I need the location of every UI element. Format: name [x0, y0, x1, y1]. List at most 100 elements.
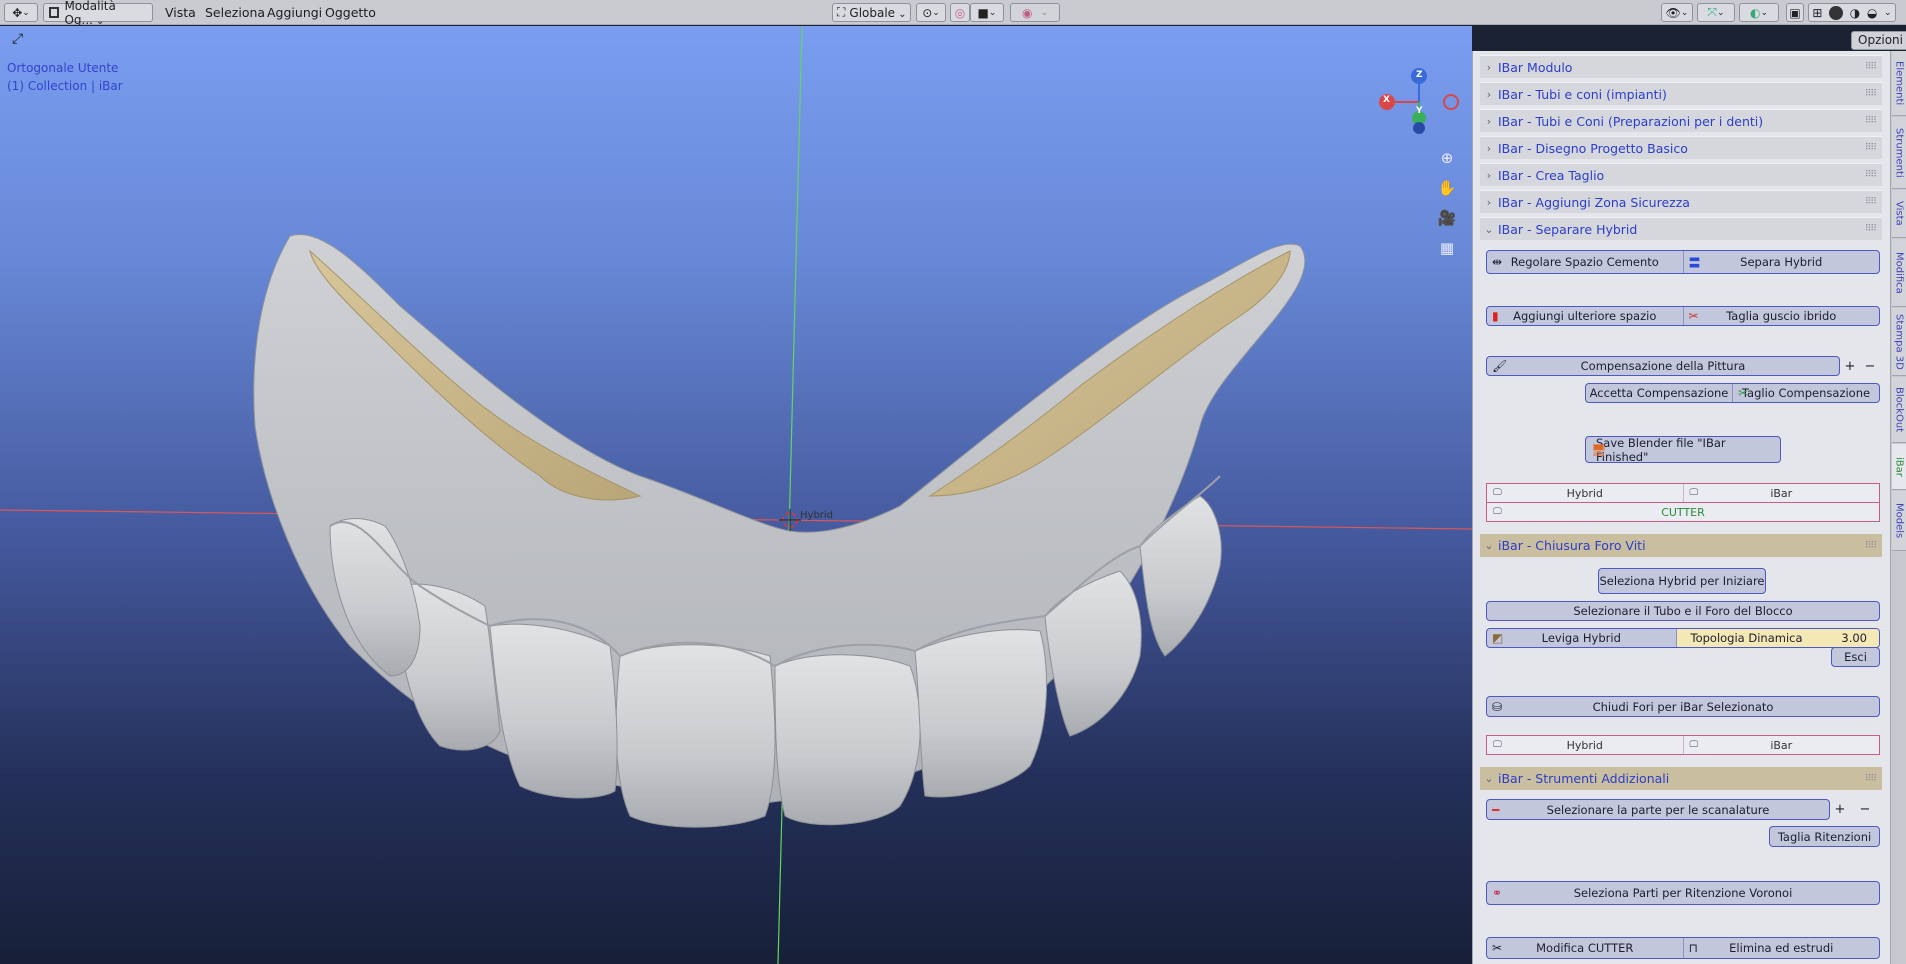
modifica-cutter-button[interactable]: ✂ Modifica CUTTER	[1487, 938, 1684, 958]
menu-aggiungi[interactable]: Aggiungi	[267, 0, 322, 25]
tab-models[interactable]: Models	[1892, 491, 1906, 551]
pan-icon[interactable]: ✋	[1434, 175, 1460, 201]
panel-crea-taglio[interactable]: › IBar - Crea Taglio ⠿⠿	[1480, 163, 1882, 186]
accetta-compensazione-button[interactable]: Accetta Compensazione	[1586, 384, 1733, 402]
panel-tubi-impianti[interactable]: › IBar - Tubi e coni (impianti) ⠿⠿	[1480, 82, 1882, 105]
rendered-shading-icon[interactable]: ◒	[1867, 6, 1877, 20]
regolare-spazio-button[interactable]: ⇹ Regolare Spazio Cemento	[1487, 251, 1684, 273]
grip-icon[interactable]: ⠿⠿	[1865, 774, 1877, 784]
zoom-icon[interactable]: ⊕	[1434, 145, 1460, 171]
esci-button[interactable]: Esci	[1831, 647, 1880, 667]
compensazione-plus-button[interactable]: +	[1840, 354, 1860, 378]
cylinder-icon: ⛁	[1492, 699, 1503, 714]
scanalature-plus-button[interactable]: +	[1830, 797, 1850, 821]
camera-icon[interactable]: 🎥	[1434, 205, 1460, 231]
grid-icon[interactable]: ▦	[1434, 235, 1460, 261]
mode-dropdown[interactable]: Modalità Og...	[43, 0, 153, 27]
visibility-toggle-row: 🖵 Hybrid 🖵 iBar	[1486, 483, 1880, 503]
grip-icon[interactable]: ⠿⠿	[1865, 170, 1877, 180]
xray-toggle[interactable]: ▣	[1786, 3, 1804, 22]
proportional-icon: ◉	[1021, 5, 1033, 20]
seleziona-hybrid-button[interactable]: Seleziona Hybrid per Iniziare	[1598, 568, 1766, 594]
spazio-separa-row: ⇹ Regolare Spazio Cemento 〓 Separa Hybrid	[1486, 250, 1880, 274]
toggle-hybrid[interactable]: 🖵 Hybrid	[1487, 484, 1684, 502]
topologia-dinamica-field[interactable]: Topologia Dinamica 3.00	[1676, 629, 1879, 647]
paint-icon: 🖌	[1492, 359, 1508, 373]
separa-hybrid-button[interactable]: 〓 Separa Hybrid	[1684, 251, 1880, 273]
panel-zona-sicurezza[interactable]: › IBar - Aggiungi Zona Sicurezza ⠿⠿	[1480, 190, 1882, 213]
snap-toggle[interactable]: ◎	[950, 3, 970, 22]
grip-icon[interactable]: ⠿⠿	[1865, 541, 1877, 551]
tab-stampa-3d[interactable]: Stampa 3D	[1892, 308, 1906, 376]
aggiungi-spazio-button[interactable]: ▮ Aggiungi ulteriore spazio	[1487, 307, 1684, 325]
shading-buttons[interactable]: ⊞ ◑ ◒ ⌄	[1808, 3, 1896, 22]
panel-separare-hybrid[interactable]: ⌄ IBar - Separare Hybrid ⠿⠿	[1480, 217, 1882, 240]
taglia-guscio-button[interactable]: ✂ Taglia guscio ibrido	[1684, 307, 1880, 325]
scene-render	[0, 26, 1472, 964]
proportional-edit-button[interactable]: ◉ ⌄	[1010, 3, 1060, 22]
snap-icon: ◎	[954, 5, 966, 20]
compensazione-pittura-button[interactable]: 🖌 Compensazione della Pittura	[1486, 356, 1840, 376]
toggle-ibar[interactable]: 🖵 iBar	[1684, 736, 1880, 754]
chevron-right-icon: ›	[1486, 195, 1492, 209]
grip-icon[interactable]: ⠿⠿	[1865, 62, 1877, 72]
menu-vista[interactable]: Vista	[165, 0, 196, 25]
options-dropdown[interactable]: Opzioni	[1851, 31, 1906, 50]
panel-chiusura-foro[interactable]: ⌄ iBar - Chiusura Foro Viti ⠿⠿	[1480, 534, 1882, 557]
menu-oggetto[interactable]: Oggetto	[325, 0, 376, 25]
menu-seleziona[interactable]: Seleziona	[205, 0, 265, 25]
monitor-icon: 🖵	[1689, 740, 1699, 750]
chiusura-toggle-row: 🖵 Hybrid 🖵 iBar	[1486, 735, 1880, 755]
scanalature-button[interactable]: ━ Selezionare la parte per le scanalature	[1486, 799, 1830, 820]
elimina-estrudi-button[interactable]: ⊓ Elimina ed estrudi	[1684, 938, 1880, 958]
tab-strumenti[interactable]: Strumenti	[1892, 117, 1906, 189]
compensazione-minus-button[interactable]: −	[1860, 354, 1880, 378]
grip-icon[interactable]: ⠿⠿	[1865, 89, 1877, 99]
xray-icon: ▣	[1789, 5, 1801, 20]
tab-blockout[interactable]: BlockOut	[1892, 377, 1906, 443]
save-blender-button[interactable]: 🖥 Save Blender file "IBar Finished"	[1585, 436, 1781, 464]
tab-modifica[interactable]: Modifica	[1892, 239, 1906, 307]
panel-disegno-progetto[interactable]: › IBar - Disegno Progetto Basico ⠿⠿	[1480, 136, 1882, 159]
spacing-icon: ⇹	[1492, 255, 1503, 269]
material-shading-icon[interactable]: ◑	[1850, 6, 1860, 20]
chevron-right-icon: ›	[1486, 141, 1492, 155]
wireframe-shading-icon[interactable]: ⊞	[1812, 6, 1822, 20]
toggle-ibar[interactable]: 🖵 iBar	[1684, 484, 1880, 502]
cutter-elimina-row: ✂ Modifica CUTTER ⊓ Elimina ed estrudi	[1486, 937, 1880, 959]
overlay-button[interactable]: ◐ ⌄	[1739, 3, 1779, 22]
gizmo-button[interactable]: ⤧ ⌄	[1697, 3, 1735, 22]
solid-shading-icon[interactable]	[1829, 5, 1844, 20]
leviga-hybrid-button[interactable]: ◩ Leviga Hybrid	[1487, 629, 1677, 647]
panel-ibar-modulo[interactable]: › IBar Modulo ⠿⠿	[1480, 55, 1882, 78]
seleziona-tubo-button[interactable]: Selezionare il Tubo e il Foro del Blocco	[1486, 601, 1880, 621]
editor-type-button[interactable]: ✥ ⌄	[4, 3, 38, 22]
panel-strumenti-addizionali[interactable]: ⌄ iBar - Strumenti Addizionali ⠿⠿	[1480, 767, 1882, 790]
visibility-button[interactable]: 👁 ⌄	[1661, 3, 1693, 22]
3d-viewport[interactable]: ⤢ Ortogonale Utente (1) Collection | iBa…	[0, 26, 1472, 964]
transform-orientation-dropdown[interactable]: ⛶ Globale	[832, 3, 911, 22]
grip-icon[interactable]: ⠿⠿	[1865, 197, 1877, 207]
navigation-gizmo[interactable]	[1375, 66, 1472, 146]
visibility-icon: 👁	[1665, 5, 1681, 20]
tab-vista[interactable]: Vista	[1892, 190, 1906, 238]
gizmo-icon: ⤧	[1707, 5, 1718, 19]
snap-target-button[interactable]: ■ ⌄	[970, 3, 1004, 22]
minus-red-icon: ━	[1492, 802, 1500, 817]
tab-ibar[interactable]: iBar	[1892, 444, 1906, 490]
chiudi-fori-button[interactable]: ⛁ Chiudi Fori per iBar Selezionato	[1486, 696, 1880, 717]
taglio-compensazione-button[interactable]: ✂ Taglio Compensazione	[1733, 384, 1879, 402]
voronoi-button[interactable]: ⚭ Seleziona Parti per Ritenzione Voronoi	[1486, 881, 1880, 905]
taglia-ritenzioni-button[interactable]: Taglia Ritenzioni	[1769, 826, 1880, 847]
chevron-right-icon: ›	[1486, 60, 1492, 74]
toggle-hybrid[interactable]: 🖵 Hybrid	[1487, 736, 1684, 754]
scanalature-minus-button[interactable]: −	[1855, 797, 1875, 821]
grip-icon[interactable]: ⠿⠿	[1865, 224, 1877, 234]
panel-tubi-preparazioni[interactable]: › IBar - Tubi e Coni (Preparazioni per i …	[1480, 109, 1882, 132]
object-mode-icon	[49, 7, 60, 18]
pivot-button[interactable]: ⊙ ⌄	[916, 3, 946, 22]
grip-icon[interactable]: ⠿⠿	[1865, 143, 1877, 153]
tab-elementi[interactable]: Elementi	[1892, 51, 1906, 116]
grip-icon[interactable]: ⠿⠿	[1865, 116, 1877, 126]
toggle-cutter[interactable]: 🖵 CUTTER	[1486, 502, 1880, 522]
